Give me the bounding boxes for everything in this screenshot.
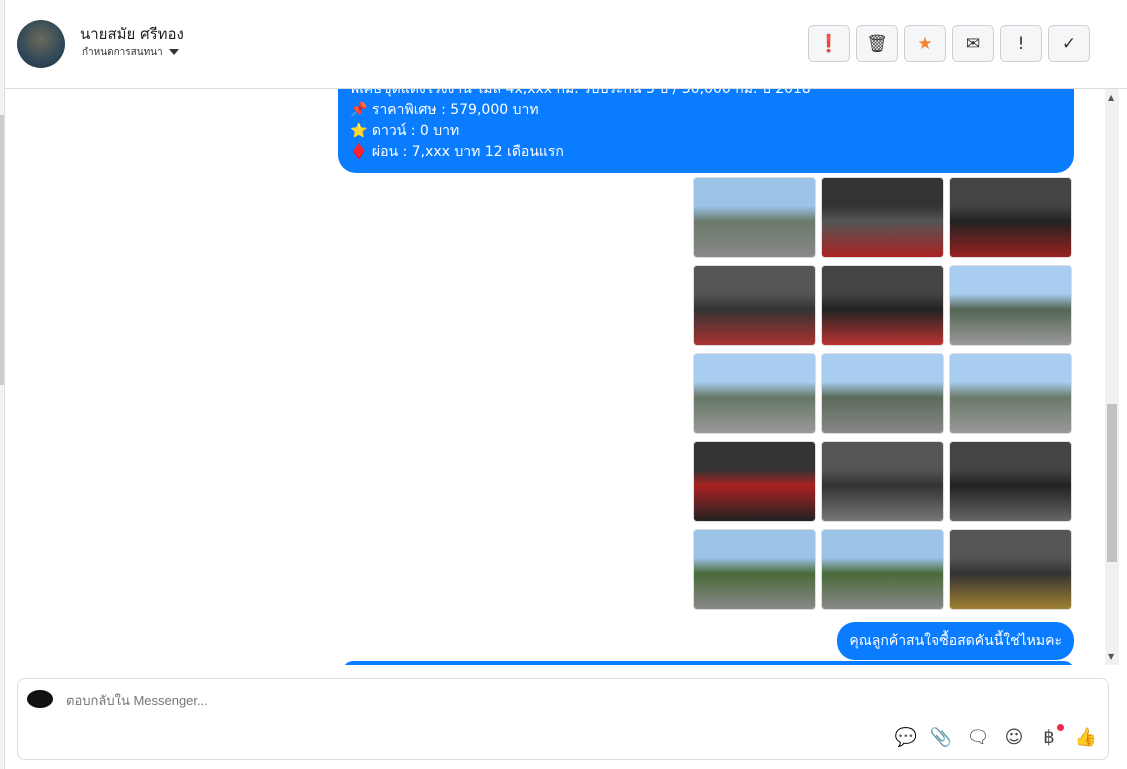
composer: 💬 📎 🗨 ☺ ฿ 👍 (17, 678, 1109, 760)
trash-icon: 🗑 (866, 33, 888, 54)
car-photo[interactable] (821, 353, 944, 434)
report-button[interactable]: ❗ (808, 25, 850, 62)
report-icon: ❗ (818, 33, 840, 54)
mail-button[interactable]: ✉ (952, 25, 994, 62)
thumbs-up-icon[interactable]: 👍 (1074, 727, 1098, 748)
star-icon: ★ (917, 33, 933, 54)
car-photo[interactable] (949, 265, 1072, 346)
car-photo[interactable] (693, 441, 816, 522)
car-photo[interactable] (821, 529, 944, 610)
alert-button[interactable]: ! (1000, 25, 1042, 62)
mail-icon: ✉ (965, 33, 981, 54)
trash-button[interactable]: 🗑 (856, 25, 898, 62)
avatar[interactable] (17, 20, 65, 68)
check-icon: ✓ (1061, 33, 1077, 54)
scrollbar-thumb[interactable] (1107, 404, 1117, 562)
message-line: พิเศษชุดแต่งโรงงาน ไมล์ 4x,xxx กม. รับปร… (350, 89, 811, 97)
message-line: ⭐ ดาวน์ : 0 บาท (350, 123, 460, 139)
scroll-down-icon[interactable]: ▼ (1108, 652, 1114, 661)
saved-reply-icon[interactable]: 💬 (894, 727, 918, 748)
car-photo[interactable] (949, 441, 1072, 522)
car-photo[interactable] (821, 265, 944, 346)
car-photo[interactable] (949, 177, 1072, 258)
car-photo[interactable] (693, 529, 816, 610)
alert-icon: ! (1017, 33, 1025, 54)
car-photo[interactable] (949, 529, 1072, 610)
conversation-header: นายสมัย ศรีทอง กำหนดการสนทนา ❗ 🗑 ★ ✉! ✓ (5, 0, 1127, 89)
chat-icon[interactable]: 🗨 (966, 727, 990, 748)
reply-input[interactable] (66, 693, 866, 708)
notification-dot (1057, 724, 1064, 731)
message-line: 📌 ราคาพิเศษ : 579,000 บาท (350, 102, 539, 118)
page-avatar (27, 690, 53, 708)
emoji-icon[interactable]: ☺ (1002, 727, 1026, 748)
caret-down-icon (168, 49, 179, 55)
scroll-up-icon[interactable]: ▲ (1108, 93, 1114, 102)
car-photo[interactable] (821, 177, 944, 258)
star-button[interactable]: ★ (904, 25, 946, 62)
settings-label: กำหนดการสนทนา (82, 47, 163, 58)
message-thread: พิเศษชุดแต่งโรงงาน ไมล์ 4x,xxx กม. รับปร… (5, 89, 1105, 665)
message-bubble: พิเศษชุดแต่งโรงงาน ไมล์ 4x,xxx กม. รับปร… (338, 89, 1074, 173)
conversation-settings-dropdown[interactable]: กำหนดการสนทนา (82, 45, 179, 60)
attachment-icon[interactable]: 📎 (929, 727, 953, 748)
contact-name[interactable]: นายสมัย ศรีทอง (80, 22, 184, 46)
chat-scrollbar[interactable]: ▲ ▼ (1105, 89, 1119, 665)
car-photo[interactable] (693, 177, 816, 258)
message-line: ♦️ ผ่อน : 7,xxx บาท 12 เดือนแรก (350, 144, 564, 160)
message-bubble (343, 661, 1074, 665)
car-photo[interactable] (821, 441, 944, 522)
photo-grid (693, 177, 1072, 610)
car-photo[interactable] (693, 265, 816, 346)
car-photo[interactable] (693, 353, 816, 434)
message-bubble: คุณลูกค้าสนใจซื้อสดคันนี้ใช่ไหมคะ (837, 622, 1074, 660)
car-photo[interactable] (949, 353, 1072, 434)
check-button[interactable]: ✓ (1048, 25, 1090, 62)
